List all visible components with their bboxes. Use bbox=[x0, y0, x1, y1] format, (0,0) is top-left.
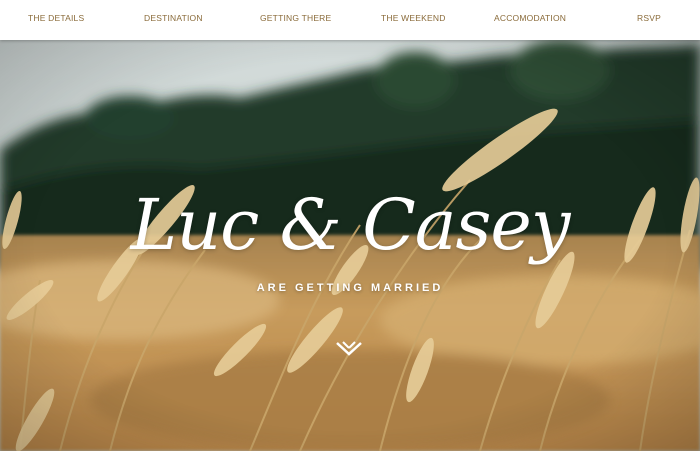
top-navigation: THE DETAILS DESTINATION GETTING THERE TH… bbox=[0, 0, 700, 40]
chevron-down-icon bbox=[336, 341, 362, 356]
nav-link-destination[interactable]: DESTINATION bbox=[144, 13, 203, 23]
nav-link-the-details[interactable]: THE DETAILS bbox=[28, 13, 84, 23]
nav-link-accomodation[interactable]: ACCOMODATION bbox=[494, 13, 566, 23]
nav-link-rsvp[interactable]: RSVP bbox=[637, 13, 661, 23]
nav-link-getting-there[interactable]: GETTING THERE bbox=[260, 13, 331, 23]
hero-tagline: ARE GETTING MARRIED bbox=[256, 282, 444, 294]
couple-names-heading: Luc & Casey bbox=[130, 184, 571, 266]
scroll-down-button[interactable] bbox=[334, 338, 364, 360]
hero-section: Luc & Casey ARE GETTING MARRIED bbox=[0, 40, 700, 451]
nav-link-the-weekend[interactable]: THE WEEKEND bbox=[381, 13, 446, 23]
